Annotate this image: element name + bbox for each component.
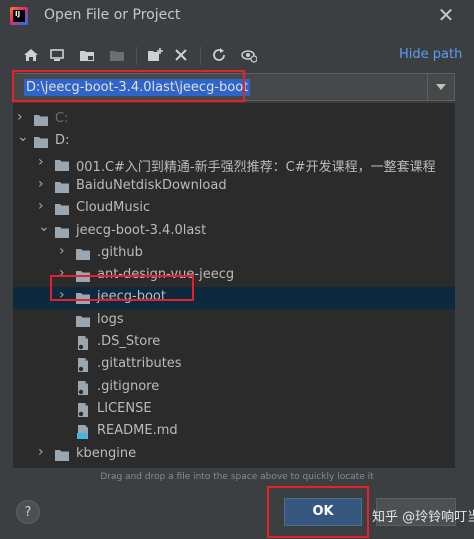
folder-icon xyxy=(75,313,91,329)
chevron-right-icon[interactable]: › xyxy=(59,244,69,258)
tree-row-label: LICENSE xyxy=(97,400,152,416)
tree-row[interactable]: › jeecg-boot xyxy=(13,287,455,310)
module-folder-icon xyxy=(110,51,124,61)
folder-icon xyxy=(54,224,70,240)
tree-row[interactable]: logs xyxy=(13,310,455,332)
chevron-right-icon[interactable]: › xyxy=(38,445,48,459)
new-folder-button[interactable] xyxy=(144,44,166,66)
tree-row[interactable]: .gitattributes xyxy=(13,354,455,376)
dialog-title: Open File or Project xyxy=(44,7,181,23)
tree-row[interactable]: › BaiduNetdiskDownload xyxy=(13,176,455,198)
tree-row-label: 001.C#入门到精通-新手强烈推荐：C#开发课程，一整套课程 xyxy=(76,159,436,175)
tree-row-label: C: xyxy=(55,111,69,126)
show-hidden-button[interactable] xyxy=(238,44,260,66)
drive-icon xyxy=(33,134,49,150)
tree-row[interactable]: .DS_Store xyxy=(13,332,455,354)
tree-row[interactable]: › kbengine xyxy=(13,444,455,466)
tree-row[interactable]: ⌄ D: xyxy=(13,130,455,153)
tree-row-label: CloudMusic xyxy=(76,200,151,216)
tree-row-label: jeecg-boot xyxy=(97,289,166,305)
chevron-right-icon[interactable]: › xyxy=(59,266,69,280)
chevron-down-icon[interactable]: ⌄ xyxy=(17,130,29,144)
file-icon xyxy=(75,335,91,351)
refresh-icon xyxy=(213,48,225,61)
drive-icon xyxy=(33,112,49,128)
tree-row-label: .github xyxy=(97,244,143,260)
drag-drop-hint: Drag and drop a file into the space abov… xyxy=(100,472,374,482)
path-combo-box[interactable]: D:\jeecg-boot-3.4.0last\jeecg-boot xyxy=(13,73,455,101)
tree-row-label: logs xyxy=(97,311,124,327)
folder-icon xyxy=(54,447,70,463)
chevron-down-icon[interactable]: ⌄ xyxy=(38,220,50,234)
project-folder-icon xyxy=(75,290,91,306)
tree-row-label: .gitignore xyxy=(97,378,160,394)
folder-icon xyxy=(54,157,70,173)
project-folder-icon xyxy=(80,51,94,61)
file-icon xyxy=(75,402,91,418)
tree-row[interactable]: ⌄ jeecg-boot-3.4.0last xyxy=(13,220,455,243)
chevron-down-icon xyxy=(436,84,446,90)
tree-row-label: BaiduNetdiskDownload xyxy=(76,177,227,193)
path-input[interactable]: D:\jeecg-boot-3.4.0last\jeecg-boot xyxy=(24,79,251,96)
delete-button[interactable] xyxy=(170,44,192,66)
toolbar-separator xyxy=(136,47,137,65)
folder-icon xyxy=(75,246,91,262)
home-button[interactable] xyxy=(20,44,42,66)
tree-row-label: kbengine xyxy=(76,445,137,461)
ok-button[interactable]: OK xyxy=(284,498,362,526)
file-icon xyxy=(75,357,91,373)
show-hidden-icon xyxy=(241,50,257,63)
folder-icon xyxy=(54,179,70,195)
tree-row-label: jeecg-boot-3.4.0last xyxy=(76,222,207,238)
hide-path-link[interactable]: Hide path xyxy=(399,47,462,62)
markdown-file-icon xyxy=(75,424,91,440)
tree-row[interactable]: › ant-design-vue-jeecg xyxy=(13,265,455,287)
new-folder-icon xyxy=(148,48,163,61)
file-icon xyxy=(75,380,91,396)
tree-row-label: README.md xyxy=(97,423,178,439)
chevron-right-icon[interactable]: › xyxy=(38,199,48,213)
desktop-icon xyxy=(50,49,64,61)
tree-row[interactable]: › C: xyxy=(13,109,455,131)
tree-row-label: .DS_Store xyxy=(97,334,161,349)
watermark: 知乎 @玲铃响叮当 xyxy=(372,510,474,525)
tree-row[interactable]: .gitignore xyxy=(13,377,455,399)
tree-row[interactable]: › CloudMusic xyxy=(13,198,455,220)
chevron-right-icon[interactable]: › xyxy=(17,110,27,124)
tree-row-label: D: xyxy=(55,133,70,149)
tree-row[interactable]: › .github xyxy=(13,243,455,265)
refresh-button[interactable] xyxy=(208,44,230,66)
chevron-right-icon[interactable]: › xyxy=(38,177,48,191)
folder-icon xyxy=(54,201,70,217)
tree-row[interactable]: ›LI xyxy=(13,466,455,468)
file-tree[interactable]: › C: ⌄ D: › 001.C#入门到精通-新手强烈推荐：C#开发课程，一整套课程 › B… xyxy=(13,103,455,468)
help-button[interactable]: ? xyxy=(16,500,40,524)
tree-row[interactable]: LICENSE xyxy=(13,399,455,421)
module-folder-button[interactable] xyxy=(106,44,128,66)
chevron-right-icon[interactable]: › xyxy=(59,288,69,302)
folder-icon xyxy=(75,268,91,284)
project-folder-button[interactable] xyxy=(76,44,98,66)
intellij-logo-icon: IJ xyxy=(10,7,28,25)
toolbar-separator xyxy=(200,47,201,65)
home-icon xyxy=(24,49,38,61)
tree-row-label: ant-design-vue-jeecg xyxy=(97,267,235,283)
tree-row[interactable]: README.md xyxy=(13,421,455,443)
tree-row-label: .gitattributes xyxy=(97,356,182,372)
path-dropdown-button[interactable] xyxy=(427,74,454,100)
chevron-right-icon[interactable]: › xyxy=(38,155,48,169)
title-bar: IJ Open File or Project ✕ xyxy=(0,0,474,32)
tree-row[interactable]: › 001.C#入门到精通-新手强烈推荐：C#开发课程，一整套课程 xyxy=(13,154,455,176)
delete-icon xyxy=(175,49,187,61)
desktop-button[interactable] xyxy=(46,44,68,66)
close-button[interactable]: ✕ xyxy=(434,3,458,27)
